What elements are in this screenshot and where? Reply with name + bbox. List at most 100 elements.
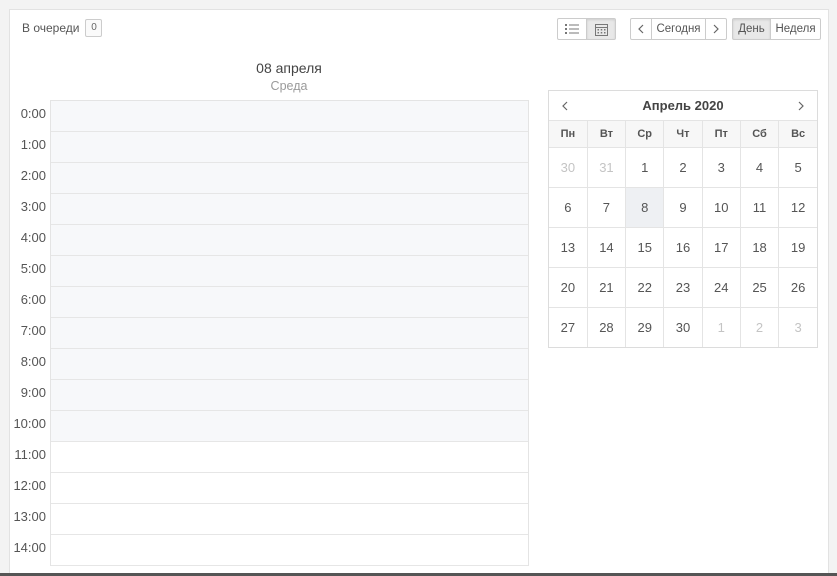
- list-view-button[interactable]: [557, 18, 587, 40]
- day-cell[interactable]: 3: [779, 307, 817, 347]
- day-cell[interactable]: 30: [549, 147, 588, 188]
- day-cell[interactable]: 2: [663, 147, 703, 188]
- hour-slot[interactable]: [51, 163, 528, 194]
- mini-calendar-title: Апрель 2020: [642, 98, 724, 113]
- weekday-header: Пн: [549, 121, 588, 148]
- day-cell[interactable]: 22: [625, 267, 665, 308]
- time-label: 0:00: [20, 106, 46, 121]
- day-cell[interactable]: 18: [740, 227, 780, 268]
- day-cell[interactable]: 31: [587, 147, 627, 188]
- time-label: 1:00: [20, 137, 46, 152]
- day-weekday: Среда: [270, 79, 308, 93]
- day-cell[interactable]: 24: [702, 267, 741, 308]
- weekday-header: Ср: [625, 121, 665, 148]
- day-cell[interactable]: 9: [663, 187, 703, 228]
- weekday-header: Пт: [702, 121, 741, 148]
- day-header: 08 апреля Среда: [50, 60, 528, 93]
- weekday-header: Вт: [587, 121, 627, 148]
- day-cell[interactable]: 2: [740, 307, 780, 347]
- day-cell[interactable]: 11: [740, 187, 780, 228]
- day-cell[interactable]: 14: [587, 227, 627, 268]
- day-cell[interactable]: 1: [702, 307, 741, 347]
- day-cell[interactable]: 5: [778, 147, 817, 188]
- day-cell[interactable]: 30: [663, 307, 703, 347]
- next-day-button[interactable]: [705, 18, 727, 40]
- time-label: 7:00: [20, 323, 46, 338]
- time-label: 9:00: [20, 385, 46, 400]
- hour-slot[interactable]: [51, 256, 528, 287]
- list-icon: [565, 23, 579, 35]
- calendar-week-row: 27 28 29 30 1 2 3: [549, 307, 817, 347]
- hour-slot[interactable]: [51, 380, 528, 411]
- hour-slot[interactable]: [51, 287, 528, 318]
- time-label: 5:00: [20, 261, 46, 276]
- day-cell[interactable]: 26: [778, 267, 817, 308]
- day-cell[interactable]: 21: [587, 267, 627, 308]
- day-cell[interactable]: 20: [549, 267, 588, 308]
- hour-slot[interactable]: [51, 132, 528, 163]
- day-cell[interactable]: 12: [778, 187, 817, 228]
- calendar-week-row: 30 31 1 2 3 4 5: [549, 147, 817, 188]
- time-label: 8:00: [20, 354, 46, 369]
- day-cell[interactable]: 29: [625, 307, 665, 347]
- hour-slot[interactable]: [51, 225, 528, 256]
- hour-slot[interactable]: [51, 101, 528, 132]
- queue-label: В очереди: [22, 21, 80, 35]
- day-cell[interactable]: 10: [702, 187, 741, 228]
- next-month-button[interactable]: [793, 98, 809, 114]
- day-cell[interactable]: 25: [740, 267, 780, 308]
- time-label: 10:00: [13, 416, 46, 431]
- day-grid: [50, 100, 529, 566]
- hour-slot[interactable]: [51, 473, 528, 504]
- time-label: 11:00: [14, 447, 46, 462]
- prev-month-button[interactable]: [557, 98, 573, 114]
- day-cell[interactable]: 13: [549, 227, 588, 268]
- day-cell[interactable]: 17: [702, 227, 741, 268]
- hour-slot[interactable]: [51, 194, 528, 225]
- day-cell[interactable]: 15: [625, 227, 665, 268]
- chevron-left-icon: [562, 101, 568, 110]
- day-cell[interactable]: 6: [549, 187, 588, 228]
- time-axis: 0:00 1:00 2:00 3:00 4:00 5:00 6:00 7:00 8:00 9:00…: [10, 100, 50, 565]
- hour-slot[interactable]: [51, 442, 528, 473]
- calendar-week-row: 20 21 22 23 24 25 26: [549, 267, 817, 308]
- day-cell[interactable]: 3: [702, 147, 741, 188]
- calendar-icon: [594, 23, 608, 36]
- hour-slot[interactable]: [51, 349, 528, 380]
- weekday-header: Сб: [740, 121, 780, 148]
- time-label: 6:00: [20, 292, 46, 307]
- day-cell[interactable]: 27: [549, 307, 588, 347]
- today-button[interactable]: Сегодня: [651, 18, 706, 40]
- chevron-right-icon: [798, 101, 804, 110]
- week-view-button[interactable]: Неделя: [770, 18, 821, 40]
- day-cell[interactable]: 4: [740, 147, 780, 188]
- selected-day-cell[interactable]: 8: [625, 187, 665, 228]
- time-label: 4:00: [20, 230, 46, 245]
- day-cell[interactable]: 23: [663, 267, 703, 308]
- day-cell[interactable]: 1: [625, 147, 665, 188]
- day-cell[interactable]: 19: [778, 227, 817, 268]
- calendar-week-row: 13 14 15 16 17 18 19: [549, 227, 817, 268]
- chevron-left-icon: [637, 24, 645, 34]
- calendar-panel: В очереди 0 Сегодня День Неделя 08 апрел…: [9, 9, 829, 576]
- chevron-right-icon: [712, 24, 720, 34]
- day-cell[interactable]: 28: [587, 307, 627, 347]
- time-label: 13:00: [13, 509, 46, 524]
- queue-indicator: В очереди 0: [22, 19, 103, 37]
- time-label: 14:00: [13, 540, 46, 555]
- day-cell[interactable]: 7: [587, 187, 627, 228]
- weekday-header: Чт: [663, 121, 703, 148]
- day-date: 08 апреля: [256, 60, 322, 76]
- calendar-view-button[interactable]: [586, 18, 616, 40]
- day-cell[interactable]: 16: [663, 227, 703, 268]
- hour-slot[interactable]: [51, 504, 528, 535]
- time-label: 2:00: [20, 168, 46, 183]
- mini-calendar-table: Пн Вт Ср Чт Пт Сб Вс 30 31 1 2 3 4 5 6 7 8 9 10 11 12 13 14 15…: [549, 121, 817, 347]
- hour-slot[interactable]: [51, 411, 528, 442]
- weekday-header: Вс: [778, 121, 817, 148]
- hour-slot[interactable]: [51, 318, 528, 349]
- hour-slot[interactable]: [51, 535, 528, 566]
- day-view-button[interactable]: День: [732, 18, 771, 40]
- prev-day-button[interactable]: [630, 18, 652, 40]
- queue-count-badge: 0: [85, 19, 103, 37]
